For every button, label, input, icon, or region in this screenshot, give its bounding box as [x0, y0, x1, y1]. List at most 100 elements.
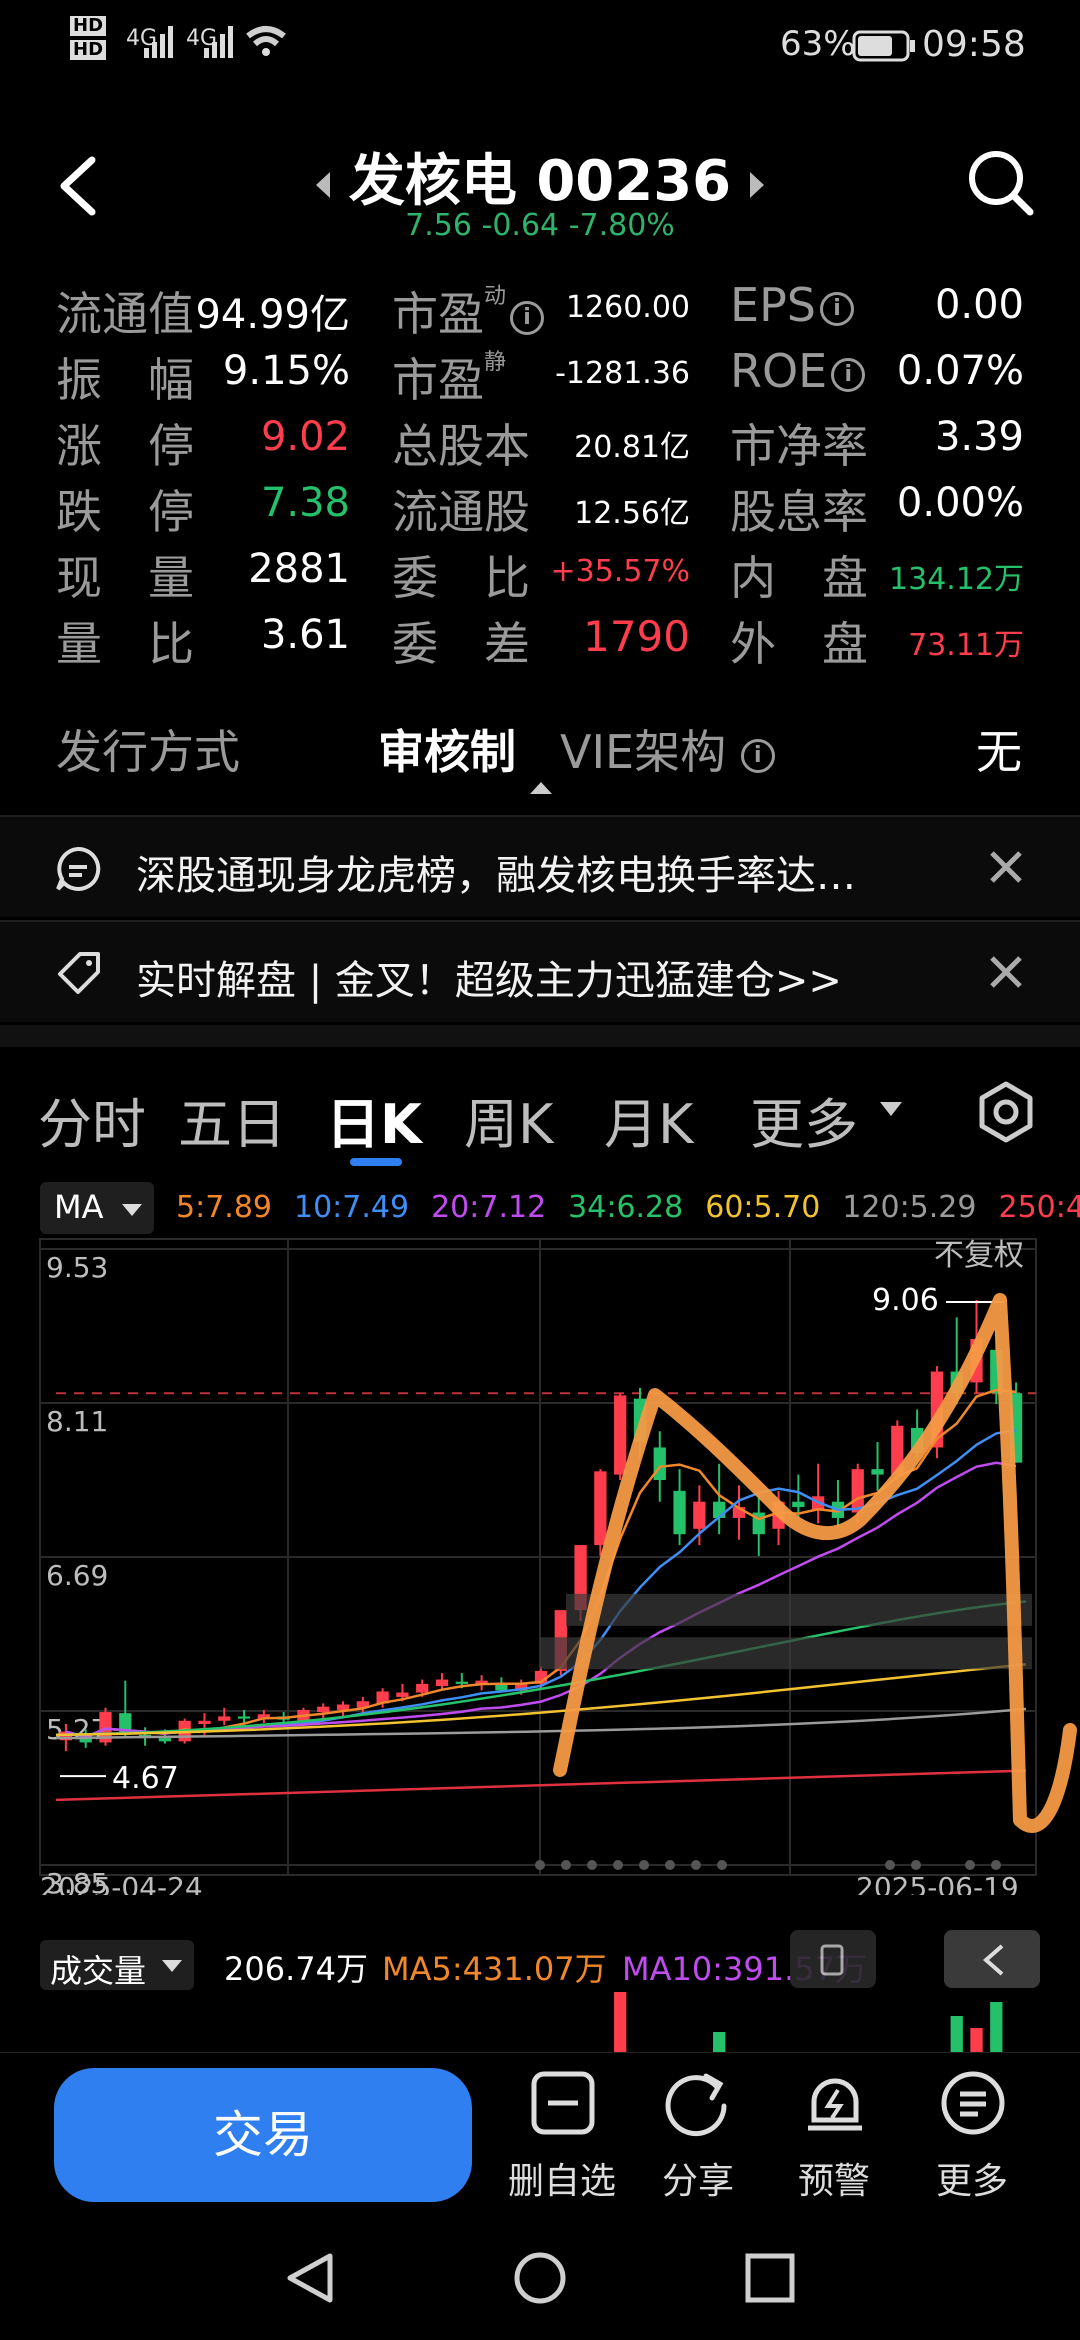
ma-item: 10:7.49 [294, 1190, 410, 1225]
candle-body [673, 1490, 686, 1535]
stat-value: 134.12万 [889, 562, 1024, 597]
remove-watchlist-button[interactable]: 删自选 [492, 2068, 632, 2208]
tab-0[interactable]: 分时 [38, 1080, 146, 1159]
next-stock-icon[interactable] [746, 170, 768, 200]
stat-value: 0.07% [896, 348, 1024, 394]
stat-label[interactable]: ROE i [730, 344, 866, 398]
more-dropdown-icon[interactable] [878, 1100, 904, 1122]
stat-label-text: ROE [730, 344, 828, 398]
stat-label: 振 幅 [56, 344, 194, 410]
y-axis-label: 6.69 [46, 1559, 108, 1592]
candle-body [416, 1683, 429, 1693]
tab-3[interactable]: 周K [464, 1080, 553, 1159]
scroll-dot [911, 1860, 921, 1870]
candle-body [693, 1501, 706, 1529]
scroll-dot [535, 1860, 545, 1870]
candle-body [237, 1716, 251, 1719]
collapse-chart-button[interactable] [944, 1930, 1040, 1988]
candle-body [218, 1716, 231, 1721]
stat-value: 9.02 [260, 414, 350, 460]
volume-selector[interactable]: 成交量 [40, 1940, 194, 1990]
scroll-dot [665, 1860, 675, 1870]
status-bar: HD HD 4G 4G 63% 09:58 [0, 0, 1080, 90]
tab-5[interactable]: 更多 [750, 1080, 858, 1159]
volume-bar [970, 2028, 983, 2052]
price-line: 7.56 -0.64 -7.80% [0, 208, 1080, 243]
candle-body [435, 1679, 449, 1687]
candle-body [594, 1471, 607, 1546]
info-icon[interactable]: i [820, 291, 855, 326]
volume-bar [950, 2016, 963, 2052]
issue-method-value: 审核制 [378, 725, 516, 779]
high-label: 9.06 [872, 1283, 939, 1318]
info-icon[interactable]: i [510, 300, 545, 335]
info-icon[interactable]: i [831, 357, 866, 392]
candle-body [653, 1447, 666, 1480]
volume-bar [990, 2002, 1003, 2052]
kline-chart[interactable]: 9.538.116.695.273.859.064.67不复权2025-04-2… [0, 1235, 1080, 1895]
scroll-dot [717, 1860, 727, 1870]
volume-bar [614, 1992, 627, 2052]
tag-icon [58, 952, 100, 994]
tab-1[interactable]: 五日 [178, 1080, 286, 1159]
candle-body [792, 1501, 805, 1508]
close-news-1-icon[interactable] [988, 849, 1024, 885]
ma-values: 5:7.89 10:7.49 20:7.12 34:6.28 60:5.70 120:5.… [176, 1190, 1080, 1225]
low-label: 4.67 [112, 1761, 179, 1796]
tab-4[interactable]: 月K [604, 1080, 693, 1159]
nav-home-icon[interactable] [512, 2250, 568, 2306]
stat-label: 股息率 [730, 476, 868, 542]
stat-value: +35.57% [550, 554, 690, 589]
settings-icon[interactable] [974, 1080, 1038, 1144]
ma-selector[interactable]: MA [40, 1182, 154, 1234]
stat-label: 内 盘 [730, 542, 868, 608]
trade-button[interactable]: 交易 [54, 2068, 472, 2202]
issue-method-label: 发行方式 [56, 725, 240, 779]
end-date-label: 2025-06-19 [856, 1871, 1019, 1895]
candle-body [614, 1395, 627, 1475]
volume-selector-label: 成交量 [50, 1952, 147, 1990]
stat-label: 委 差 [392, 608, 530, 674]
news-text-1: 深股通现身龙虎榜，融发核电换手率达… [136, 853, 856, 899]
scroll-dot [885, 1860, 895, 1870]
alert-button[interactable]: 预警 [764, 2068, 904, 2208]
stat-label-text: 内 盘 [730, 551, 868, 605]
scroll-dot [613, 1860, 623, 1870]
stat-label: 量 比 [56, 608, 194, 674]
rotate-icon [820, 1944, 844, 1976]
nav-recents-icon[interactable] [744, 2252, 796, 2304]
stat-label[interactable]: 市盈动i [392, 278, 545, 344]
candle-body [158, 1738, 172, 1742]
share-button[interactable]: 分享 [628, 2068, 768, 2208]
active-tab-indicator [350, 1158, 402, 1166]
stat-label: 外 盘 [730, 608, 868, 674]
stat-value: 0.00% [896, 480, 1024, 526]
rotate-button[interactable] [790, 1930, 876, 1988]
stat-label-text: 市盈 [392, 287, 484, 341]
remove-watchlist-label: 删自选 [507, 2161, 616, 2202]
nav-back-icon[interactable] [282, 2250, 338, 2306]
ma-item: 20:7.12 [431, 1190, 547, 1225]
support-band [566, 1593, 1032, 1626]
stat-label-text: 跌 停 [56, 485, 194, 539]
section-divider [0, 1025, 1080, 1047]
volume-ma5: MA5:431.07万 [382, 1950, 607, 1988]
close-news-2-icon[interactable] [988, 954, 1024, 990]
share-label: 分享 [661, 2161, 734, 2202]
collapse-icon[interactable] [528, 780, 554, 796]
tab-2[interactable]: 日K [326, 1080, 422, 1159]
y-axis-label: 5.27 [46, 1713, 108, 1746]
candle-body [455, 1681, 468, 1684]
vie-info-icon[interactable]: i [740, 738, 775, 773]
stat-value: 3.61 [260, 612, 350, 658]
news-item-2[interactable]: 实时解盘 | 金叉！超级主力迅猛建仓>> [0, 920, 1080, 1022]
stat-label: 总股本 [392, 410, 530, 476]
candle-body [871, 1469, 884, 1475]
stat-label[interactable]: EPS i [730, 278, 855, 332]
stat-label-text: 振 幅 [56, 353, 194, 407]
news-item-1[interactable]: 深股通现身龙虎榜，融发核电换手率达… [0, 815, 1080, 917]
support-band [540, 1637, 1032, 1670]
more-button[interactable]: 更多 [902, 2068, 1042, 2208]
adjust-label: 不复权 [934, 1238, 1024, 1273]
stat-label: 委 比 [392, 542, 530, 608]
